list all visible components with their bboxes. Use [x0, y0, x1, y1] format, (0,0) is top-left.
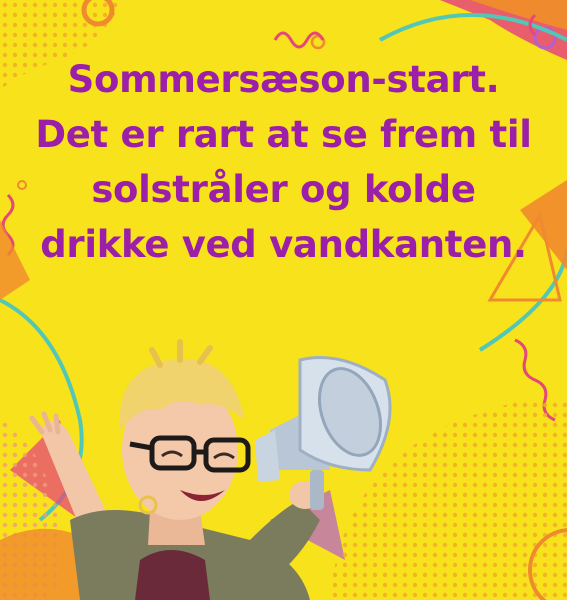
shirt [135, 550, 210, 600]
poster: Sommersæson-start. Det er rart at se fre… [0, 0, 567, 600]
megaphone-icon [255, 356, 392, 510]
character-illustration [29, 339, 392, 600]
